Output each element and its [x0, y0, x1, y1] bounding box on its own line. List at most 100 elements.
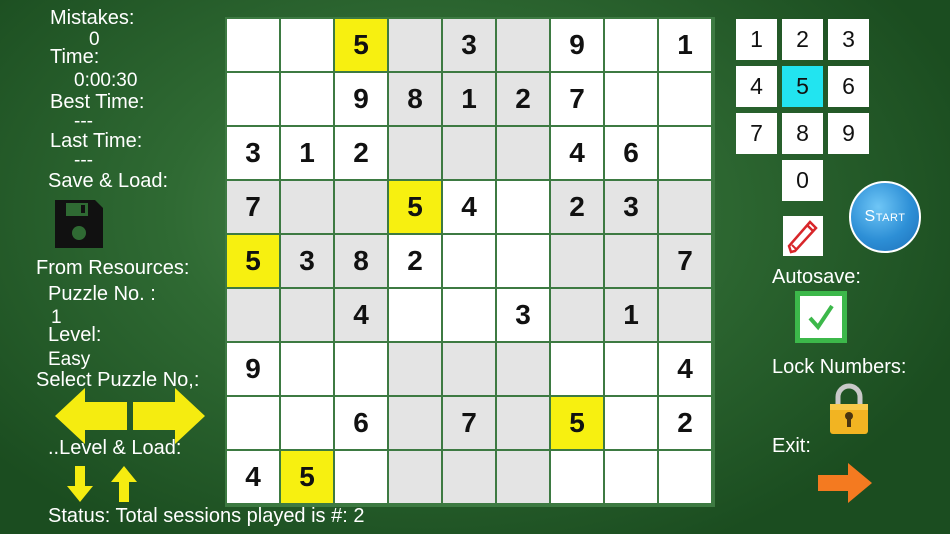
- board-cell-r2c9[interactable]: [659, 73, 711, 125]
- board-cell-r9c7[interactable]: [551, 451, 603, 503]
- start-button[interactable]: Start: [849, 181, 921, 253]
- board-cell-r6c1[interactable]: [227, 289, 279, 341]
- board-cell-r7c7[interactable]: [551, 343, 603, 395]
- board-cell-r5c9[interactable]: 7: [659, 235, 711, 287]
- digit-button-5[interactable]: 5: [782, 66, 823, 107]
- digit-button-6[interactable]: 6: [828, 66, 869, 107]
- board-cell-r5c7[interactable]: [551, 235, 603, 287]
- board-cell-r4c3[interactable]: [335, 181, 387, 233]
- board-cell-r3c3[interactable]: 2: [335, 127, 387, 179]
- board-cell-r6c7[interactable]: [551, 289, 603, 341]
- board-cell-r9c1[interactable]: 4: [227, 451, 279, 503]
- board-cell-r2c3[interactable]: 9: [335, 73, 387, 125]
- board-cell-r7c3[interactable]: [335, 343, 387, 395]
- board-cell-r6c6[interactable]: 3: [497, 289, 549, 341]
- digit-button-2[interactable]: 2: [782, 19, 823, 60]
- board-cell-r5c2[interactable]: 3: [281, 235, 333, 287]
- board-cell-r4c8[interactable]: 3: [605, 181, 657, 233]
- board-cell-r6c5[interactable]: [443, 289, 495, 341]
- board-cell-r2c1[interactable]: [227, 73, 279, 125]
- digit-button-0[interactable]: 0: [782, 160, 823, 201]
- board-cell-r8c4[interactable]: [389, 397, 441, 449]
- board-cell-r7c4[interactable]: [389, 343, 441, 395]
- board-cell-r8c7[interactable]: 5: [551, 397, 603, 449]
- exit-arrow-icon[interactable]: [818, 463, 872, 503]
- board-cell-r3c6[interactable]: [497, 127, 549, 179]
- arrow-right-icon[interactable]: [131, 388, 205, 444]
- board-cell-r9c4[interactable]: [389, 451, 441, 503]
- board-cell-r9c9[interactable]: [659, 451, 711, 503]
- arrow-up-icon[interactable]: [111, 466, 137, 502]
- board-cell-r2c4[interactable]: 8: [389, 73, 441, 125]
- board-cell-r4c2[interactable]: [281, 181, 333, 233]
- board-cell-r8c1[interactable]: [227, 397, 279, 449]
- board-cell-r2c7[interactable]: 7: [551, 73, 603, 125]
- board-cell-r9c2[interactable]: 5: [281, 451, 333, 503]
- board-cell-r2c6[interactable]: 2: [497, 73, 549, 125]
- board-cell-r7c9[interactable]: 4: [659, 343, 711, 395]
- pencil-button[interactable]: [783, 216, 823, 256]
- board-cell-r4c9[interactable]: [659, 181, 711, 233]
- autosave-checkbox[interactable]: [795, 291, 847, 343]
- arrow-down-icon[interactable]: [67, 466, 93, 502]
- board-cell-r1c6[interactable]: [497, 19, 549, 71]
- board-cell-r3c1[interactable]: 3: [227, 127, 279, 179]
- board-cell-r6c3[interactable]: 4: [335, 289, 387, 341]
- digit-button-4[interactable]: 4: [736, 66, 777, 107]
- board-cell-r9c6[interactable]: [497, 451, 549, 503]
- board-cell-r6c8[interactable]: 1: [605, 289, 657, 341]
- board-cell-r7c5[interactable]: [443, 343, 495, 395]
- padlock-icon[interactable]: [828, 383, 870, 435]
- board-cell-r3c2[interactable]: 1: [281, 127, 333, 179]
- board-cell-r5c5[interactable]: [443, 235, 495, 287]
- board-cell-r8c9[interactable]: 2: [659, 397, 711, 449]
- board-cell-r1c2[interactable]: [281, 19, 333, 71]
- board-cell-r3c9[interactable]: [659, 127, 711, 179]
- board-cell-r9c5[interactable]: [443, 451, 495, 503]
- digit-button-7[interactable]: 7: [736, 113, 777, 154]
- board-cell-r9c3[interactable]: [335, 451, 387, 503]
- board-cell-r5c1[interactable]: 5: [227, 235, 279, 287]
- board-cell-r3c8[interactable]: 6: [605, 127, 657, 179]
- board-cell-r9c8[interactable]: [605, 451, 657, 503]
- board-cell-r1c9[interactable]: 1: [659, 19, 711, 71]
- board-cell-r8c5[interactable]: 7: [443, 397, 495, 449]
- board-cell-r2c8[interactable]: [605, 73, 657, 125]
- board-cell-r3c7[interactable]: 4: [551, 127, 603, 179]
- board-cell-r8c2[interactable]: [281, 397, 333, 449]
- board-cell-r5c6[interactable]: [497, 235, 549, 287]
- board-cell-r7c1[interactable]: 9: [227, 343, 279, 395]
- board-cell-r7c6[interactable]: [497, 343, 549, 395]
- board-cell-r7c2[interactable]: [281, 343, 333, 395]
- board-cell-r2c2[interactable]: [281, 73, 333, 125]
- board-cell-r8c3[interactable]: 6: [335, 397, 387, 449]
- board-cell-r6c2[interactable]: [281, 289, 333, 341]
- board-cell-r7c8[interactable]: [605, 343, 657, 395]
- board-cell-r1c7[interactable]: 9: [551, 19, 603, 71]
- board-cell-r2c5[interactable]: 1: [443, 73, 495, 125]
- board-cell-r4c5[interactable]: 4: [443, 181, 495, 233]
- digit-button-3[interactable]: 3: [828, 19, 869, 60]
- board-cell-r1c5[interactable]: 3: [443, 19, 495, 71]
- digit-button-1[interactable]: 1: [736, 19, 777, 60]
- board-cell-r4c1[interactable]: 7: [227, 181, 279, 233]
- board-cell-r5c3[interactable]: 8: [335, 235, 387, 287]
- board-cell-r8c8[interactable]: [605, 397, 657, 449]
- arrow-left-icon[interactable]: [55, 388, 129, 444]
- board-cell-r1c4[interactable]: [389, 19, 441, 71]
- digit-button-9[interactable]: 9: [828, 113, 869, 154]
- board-cell-r3c5[interactable]: [443, 127, 495, 179]
- board-cell-r4c4[interactable]: 5: [389, 181, 441, 233]
- board-cell-r6c9[interactable]: [659, 289, 711, 341]
- board-cell-r5c4[interactable]: 2: [389, 235, 441, 287]
- board-cell-r3c4[interactable]: [389, 127, 441, 179]
- board-cell-r6c4[interactable]: [389, 289, 441, 341]
- board-cell-r4c6[interactable]: [497, 181, 549, 233]
- board-cell-r1c3[interactable]: 5: [335, 19, 387, 71]
- board-cell-r5c8[interactable]: [605, 235, 657, 287]
- digit-button-8[interactable]: 8: [782, 113, 823, 154]
- floppy-disk-icon[interactable]: [53, 198, 105, 250]
- board-cell-r1c1[interactable]: [227, 19, 279, 71]
- board-cell-r1c8[interactable]: [605, 19, 657, 71]
- board-cell-r8c6[interactable]: [497, 397, 549, 449]
